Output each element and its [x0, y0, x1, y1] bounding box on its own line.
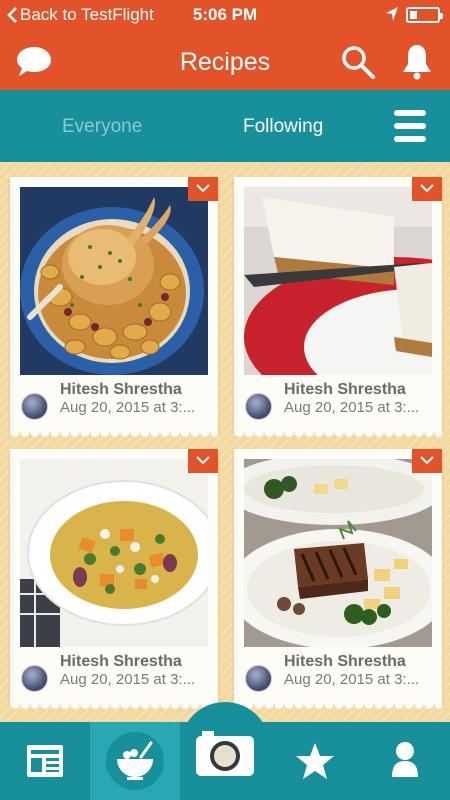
tab-recipes[interactable]	[90, 722, 180, 800]
bell-icon[interactable]	[400, 42, 434, 80]
card-menu-dropdown[interactable]	[412, 177, 442, 201]
chevron-down-icon	[420, 184, 434, 193]
avatar[interactable]	[245, 665, 272, 692]
news-feed-icon	[27, 745, 63, 777]
roast-chicken-photo[interactable]	[20, 187, 208, 375]
tab-following[interactable]: Following	[243, 116, 323, 138]
recipe-card[interactable]: Hitesh Shrestha Aug 20, 2015 at 3:...	[10, 177, 218, 438]
profile-icon	[392, 742, 418, 777]
avatar[interactable]	[21, 393, 48, 420]
card-menu-dropdown[interactable]	[188, 449, 218, 473]
location-arrow-icon	[386, 7, 398, 21]
feed-filter-bar: Everyone Following	[0, 90, 450, 162]
recipe-card[interactable]: Hitesh Shrestha Aug 20, 2015 at 3:...	[10, 449, 218, 710]
post-date: Aug 20, 2015 at 3:...	[284, 399, 420, 416]
tab-bar	[0, 722, 450, 800]
battery-icon	[406, 7, 443, 23]
cheesecake-photo[interactable]	[244, 187, 432, 375]
tab-favorites[interactable]	[270, 722, 360, 800]
recipe-card[interactable]: Hitesh Shrestha Aug 20, 2015 at 3:...	[234, 449, 442, 710]
chevron-down-icon	[420, 456, 434, 465]
avatar[interactable]	[21, 665, 48, 692]
hamburger-menu-icon[interactable]	[394, 110, 426, 142]
post-date: Aug 20, 2015 at 3:...	[60, 671, 196, 688]
tab-everyone[interactable]: Everyone	[62, 116, 142, 138]
chevron-down-icon	[196, 184, 210, 193]
camera-icon	[196, 731, 254, 776]
star-icon	[296, 743, 334, 779]
author-name[interactable]: Hitesh Shrestha	[284, 381, 406, 399]
recipe-grid: Hitesh Shrestha Aug 20, 2015 at 3:... Hi…	[0, 162, 450, 722]
pasta-salad-photo[interactable]	[20, 459, 208, 647]
author-name[interactable]: Hitesh Shrestha	[60, 381, 182, 399]
chevron-down-icon	[196, 456, 210, 465]
nav-bar: Recipes	[0, 30, 450, 90]
status-time: 5:06 PM	[192, 5, 258, 24]
recipe-bowl-icon	[106, 732, 164, 790]
post-date: Aug 20, 2015 at 3:...	[284, 671, 420, 688]
tab-profile[interactable]	[360, 722, 450, 800]
steak-plate-photo[interactable]	[244, 459, 432, 647]
post-date: Aug 20, 2015 at 3:...	[60, 399, 196, 416]
page-title: Recipes	[179, 48, 271, 76]
author-name[interactable]: Hitesh Shrestha	[60, 653, 182, 671]
author-name[interactable]: Hitesh Shrestha	[284, 653, 406, 671]
tab-news-feed[interactable]	[0, 722, 90, 800]
search-icon[interactable]	[340, 44, 376, 80]
recipe-card[interactable]: Hitesh Shrestha Aug 20, 2015 at 3:...	[234, 177, 442, 438]
tab-camera[interactable]	[180, 722, 270, 800]
card-menu-dropdown[interactable]	[188, 177, 218, 201]
card-menu-dropdown[interactable]	[412, 449, 442, 473]
status-bar: Back to TestFlight 5:06 PM	[0, 0, 450, 30]
avatar[interactable]	[245, 393, 272, 420]
